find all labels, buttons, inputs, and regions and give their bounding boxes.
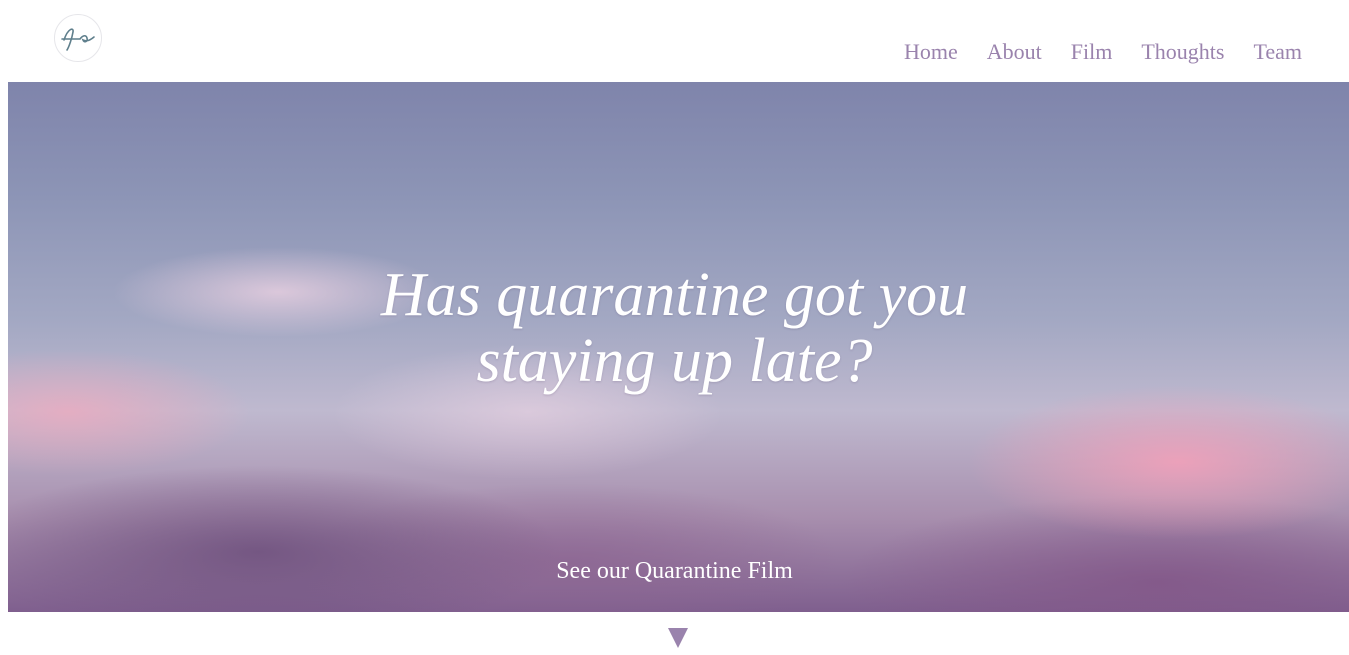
main-nav: Home About Film Thoughts Team (904, 38, 1302, 66)
hero-title-line-2: staying up late? (476, 327, 873, 395)
nav-link-team[interactable]: Team (1253, 38, 1302, 66)
hero-title-line-1: Has quarantine got you (380, 261, 969, 329)
signature-logo-icon[interactable] (54, 14, 102, 62)
nav-link-about[interactable]: About (987, 38, 1042, 66)
page: Home About Film Thoughts Team Has quaran… (0, 0, 1349, 655)
top-bar: Home About Film Thoughts Team (0, 0, 1349, 82)
nav-link-thoughts[interactable]: Thoughts (1141, 38, 1224, 66)
hero-title: Has quarantine got you staying up late? (8, 262, 1341, 394)
triangle-down-icon[interactable] (668, 628, 688, 648)
hero-banner: Has quarantine got you staying up late? … (8, 82, 1349, 612)
nav-link-home[interactable]: Home (904, 38, 958, 66)
nav-link-film[interactable]: Film (1071, 38, 1113, 66)
see-film-link[interactable]: See our Quarantine Film (8, 556, 1341, 586)
